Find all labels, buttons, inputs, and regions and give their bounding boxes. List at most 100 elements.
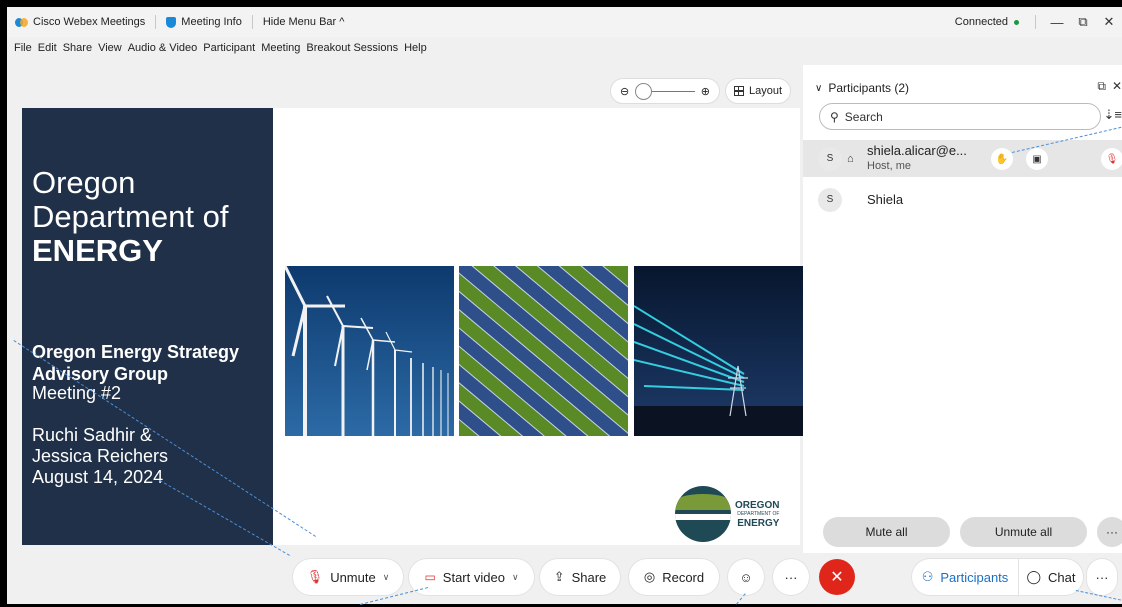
- people-icon: ⚇: [921, 569, 934, 584]
- status-dot-icon: [1014, 19, 1019, 25]
- solar-panels-image: [459, 266, 628, 436]
- logo-text: OREGON DEPARTMENT OF ENERGY: [735, 499, 780, 528]
- webex-window: Cisco Webex Meetings Meeting Info Hide M…: [7, 7, 1122, 604]
- participants-panel-footer: Mute all Unmute all ···: [803, 517, 1122, 547]
- close-icon: ✕: [830, 569, 844, 586]
- layout-label: Layout: [748, 85, 783, 97]
- record-button[interactable]: ◎ Record: [629, 559, 719, 595]
- start-video-button[interactable]: ▭ Start video ∨: [409, 559, 534, 595]
- hide-menu-bar-button[interactable]: Hide Menu Bar ^: [263, 16, 345, 28]
- slide-title-line: Department of: [32, 199, 229, 234]
- app-title: Cisco Webex Meetings: [7, 16, 145, 28]
- menu-help[interactable]: Help: [401, 42, 430, 54]
- participants-button[interactable]: ⚇ Participants: [912, 559, 1018, 595]
- more-icon: ···: [784, 569, 798, 585]
- host-icon: ⌂: [847, 152, 854, 165]
- grid-icon: [733, 86, 744, 96]
- search-icon: ⚲: [830, 109, 839, 124]
- raise-hand-icon[interactable]: ✋: [991, 148, 1013, 170]
- menu-file[interactable]: File: [11, 42, 35, 54]
- more-icon: ···: [1095, 569, 1109, 585]
- zoom-slider-handle[interactable]: [635, 82, 653, 100]
- zoom-out-icon[interactable]: ⊖: [620, 85, 629, 98]
- share-button[interactable]: ⇪ Share: [540, 559, 620, 595]
- zoom-slider[interactable]: [635, 82, 695, 100]
- smiley-icon: ☺: [739, 569, 753, 585]
- participant-row[interactable]: S ⌂ shiela.alicar@e... Host, me ✋ ▣ 🎙: [803, 140, 1122, 177]
- stage-toolbar: ⊖ ⊕ Layout: [7, 65, 800, 107]
- unmute-button[interactable]: 🎙 Unmute ∨: [293, 559, 403, 595]
- more-options-button[interactable]: ···: [1087, 559, 1117, 595]
- meeting-info-button[interactable]: Meeting Info: [166, 16, 242, 28]
- shield-icon: [166, 16, 177, 28]
- sort-icon[interactable]: ⇣≡: [1104, 107, 1122, 123]
- close-window-button[interactable]: ✕: [1096, 14, 1122, 30]
- close-panel-icon[interactable]: ✕: [1112, 79, 1122, 94]
- slide-title: Oregon Department of ENERGY: [32, 166, 228, 268]
- record-icon: ◎: [643, 569, 656, 584]
- slide-subtitle-line: Oregon Energy Strategy: [32, 342, 240, 362]
- divider: [155, 15, 157, 29]
- chevron-down-icon[interactable]: ∨: [815, 83, 822, 94]
- slide-authors: Ruchi Sadhir & Jessica Reichers August 1…: [32, 425, 168, 488]
- menu-edit[interactable]: Edit: [35, 42, 60, 54]
- shared-slide: Oregon Department of ENERGY Oregon Energ…: [22, 108, 803, 545]
- microphone-muted-icon[interactable]: 🎙: [1101, 148, 1122, 170]
- start-video-label: Start video: [442, 569, 505, 585]
- avatar-initial: S: [826, 194, 834, 205]
- menu-breakout-sessions[interactable]: Breakout Sessions: [303, 42, 401, 54]
- avatar-initial: S: [826, 153, 834, 164]
- menu-participant[interactable]: Participant: [200, 42, 258, 54]
- divider: [1035, 15, 1036, 29]
- share-label: Share: [571, 569, 607, 585]
- participant-search-input[interactable]: ⚲ Search: [819, 103, 1101, 130]
- minimize-button[interactable]: —: [1044, 15, 1070, 30]
- menu-bar: File Edit Share View Audio & Video Parti…: [7, 37, 430, 59]
- record-label: Record: [662, 569, 705, 585]
- zoom-control[interactable]: ⊖ ⊕: [610, 78, 720, 104]
- app-name: Cisco Webex Meetings: [33, 16, 146, 28]
- logo-text-line: OREGON: [735, 499, 780, 511]
- menu-view[interactable]: View: [95, 42, 125, 54]
- participants-panel-header[interactable]: ∨ Participants (2): [815, 81, 909, 95]
- slide-title-panel: Oregon Department of ENERGY Oregon Energ…: [22, 108, 273, 545]
- menu-meeting[interactable]: Meeting: [258, 42, 303, 54]
- video-icon[interactable]: ▣: [1026, 148, 1048, 170]
- participant-row[interactable]: S Shiela: [803, 181, 1122, 218]
- slide-title-line: ENERGY: [32, 233, 163, 268]
- power-lines-image: [634, 266, 803, 436]
- unmute-all-button[interactable]: Unmute all: [960, 517, 1087, 547]
- connection-status-label: Connected: [954, 16, 1008, 28]
- chat-label: Chat: [1048, 569, 1076, 585]
- wind-turbines-image: [285, 266, 454, 436]
- mute-all-button[interactable]: Mute all: [823, 517, 950, 547]
- unmute-label: Unmute: [330, 569, 376, 585]
- menu-share[interactable]: Share: [60, 42, 95, 54]
- end-meeting-button[interactable]: ✕: [819, 559, 855, 595]
- webex-logo-icon: [15, 17, 28, 27]
- more-options-button[interactable]: ···: [773, 559, 809, 595]
- slide-title-line: Oregon: [32, 165, 136, 200]
- slide-subtitle: Oregon Energy Strategy Advisory Group: [32, 341, 239, 385]
- chat-button[interactable]: ◯ Chat: [1019, 559, 1083, 595]
- connection-status: Connected: [955, 16, 1019, 28]
- chevron-down-icon[interactable]: ∨: [383, 572, 390, 583]
- reactions-button[interactable]: ☺: [728, 559, 764, 595]
- more-options-button[interactable]: ···: [1097, 517, 1122, 547]
- search-placeholder: Search: [844, 109, 883, 124]
- zoom-in-icon[interactable]: ⊕: [701, 85, 710, 98]
- menu-audio-video[interactable]: Audio & Video: [125, 42, 201, 54]
- slide-author: Jessica Reichers: [32, 446, 169, 466]
- participants-label: Participants: [940, 569, 1009, 585]
- oregon-doe-logo-icon: [675, 486, 731, 542]
- chevron-down-icon[interactable]: ∨: [512, 572, 519, 583]
- participant-role: Host, me: [867, 160, 912, 172]
- oregon-doe-logo: OREGON DEPARTMENT OF ENERGY: [675, 486, 779, 542]
- slide-date: August 14, 2024: [32, 467, 164, 487]
- layout-button[interactable]: Layout: [725, 78, 791, 104]
- pop-out-icon[interactable]: ⧉: [1097, 79, 1106, 94]
- participant-name: shiela.alicar@e...: [867, 143, 967, 158]
- video-off-icon: ▭: [424, 570, 436, 584]
- slide-subtitle-line: Advisory Group: [32, 364, 169, 384]
- restore-button[interactable]: ⧉: [1070, 14, 1096, 30]
